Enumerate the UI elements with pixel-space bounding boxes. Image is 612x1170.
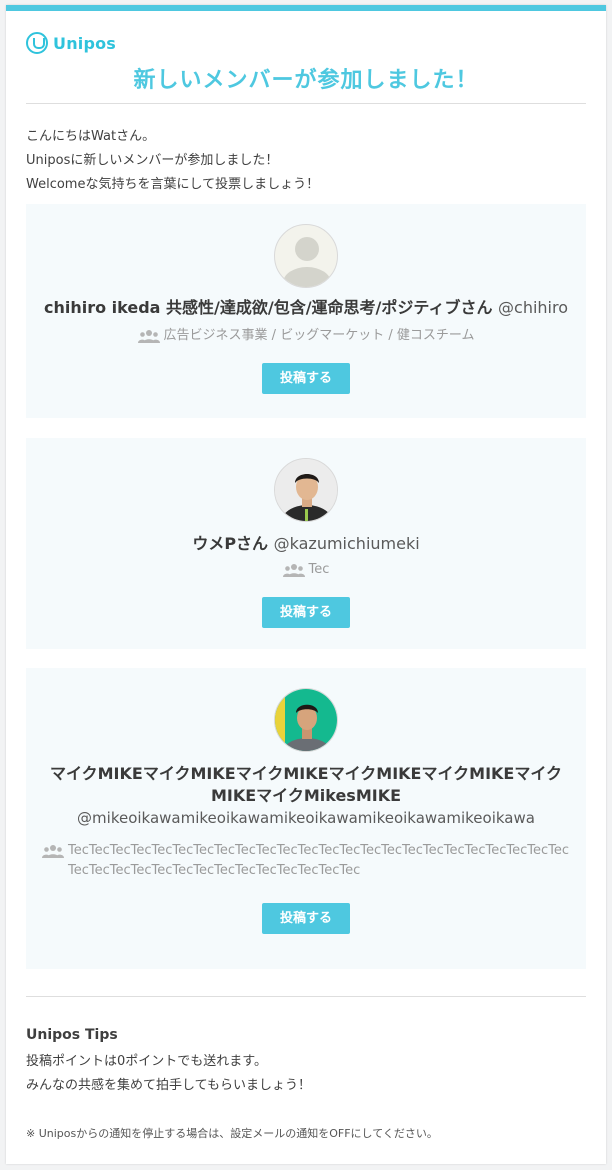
team-icon <box>137 330 160 343</box>
tips-title: Unipos Tips <box>26 1027 118 1043</box>
member-team-text: TecTecTecTecTecTecTecTecTecTecTecTecTecT… <box>68 843 570 878</box>
post-button[interactable]: 投稿する <box>262 903 350 934</box>
member-card: chihiro ikeda 共感性/達成欲/包含/運命思考/ポジティブさん @c… <box>26 204 586 418</box>
member-name: マイクMIKEマイクMIKEマイクMIKEマイクMIKEマイクMIKEマイクMI… <box>26 763 586 807</box>
user-photo <box>274 688 338 752</box>
post-button[interactable]: 投稿する <box>262 597 350 628</box>
member-name-text: マイクMIKEマイクMIKEマイクMIKEマイクMIKEマイクMIKEマイクMI… <box>49 764 563 805</box>
post-button[interactable]: 投稿する <box>262 363 350 394</box>
intro-line-2: Uniposに新しいメンバーが参加しました！ <box>26 153 279 168</box>
team-icon <box>42 845 64 858</box>
member-team: 広告ビジネス事業 / ビッグマーケット / 健コスチーム <box>26 326 586 346</box>
header-divider <box>26 103 586 104</box>
page-title: 新しいメンバーが参加しました！ <box>133 68 479 93</box>
default-avatar-icon <box>274 224 338 288</box>
intro-greeting: こんにちはWatさん。 <box>26 129 156 144</box>
member-team: TecTecTecTecTecTecTecTecTecTecTecTecTecT… <box>26 841 586 881</box>
intro-line-3: Welcomeな気持ちを言葉にして投票しましょう！ <box>26 177 320 192</box>
member-handle: @chihiro <box>498 298 569 317</box>
member-team-text: Tec <box>308 562 330 577</box>
email-card: Unipos 新しいメンバーが参加しました！ こんにちはWatさん。 Unipo… <box>6 5 606 1164</box>
member-name: ウメPさん @kazumichiumeki <box>26 533 586 555</box>
member-card: マイクMIKEマイクMIKEマイクMIKEマイクMIKEマイクMIKEマイクMI… <box>26 668 586 969</box>
tips-divider <box>26 996 586 997</box>
team-icon <box>282 564 305 577</box>
member-name-text: chihiro ikeda 共感性/達成欲/包含/運命思考/ポジティブさん <box>43 298 493 317</box>
member-handle: @mikeoikawamikeoikawamikeoikawamikeoikaw… <box>77 809 535 827</box>
unipos-logo[interactable]: Unipos <box>26 32 116 54</box>
unipos-logo-icon <box>26 32 48 54</box>
user-photo <box>274 458 338 522</box>
intro-text: こんにちはWatさん。 Uniposに新しいメンバーが参加しました！ Welco… <box>26 125 319 197</box>
tips-text: 投稿ポイントは0ポイントでも送れます。 みんなの共感を集めて拍手してもらいましょ… <box>26 1050 311 1098</box>
notification-note: ※ Uniposからの通知を停止する場合は、設定メールの通知をOFFにしてくださ… <box>26 1127 438 1140</box>
member-card: ウメPさん @kazumichiumeki Tec 投稿する <box>26 438 586 649</box>
member-handle: @kazumichiumeki <box>273 534 420 553</box>
member-team: Tec <box>26 560 586 580</box>
member-name: chihiro ikeda 共感性/達成欲/包含/運命思考/ポジティブさん @c… <box>26 297 586 319</box>
tips-line-1: 投稿ポイントは0ポイントでも送れます。 <box>26 1054 267 1069</box>
member-name-text: ウメPさん <box>192 534 269 553</box>
logo-text: Unipos <box>53 33 117 53</box>
tips-line-2: みんなの共感を集めて拍手してもらいましょう！ <box>26 1078 311 1093</box>
member-team-text: 広告ビジネス事業 / ビッグマーケット / 健コスチーム <box>163 328 475 343</box>
